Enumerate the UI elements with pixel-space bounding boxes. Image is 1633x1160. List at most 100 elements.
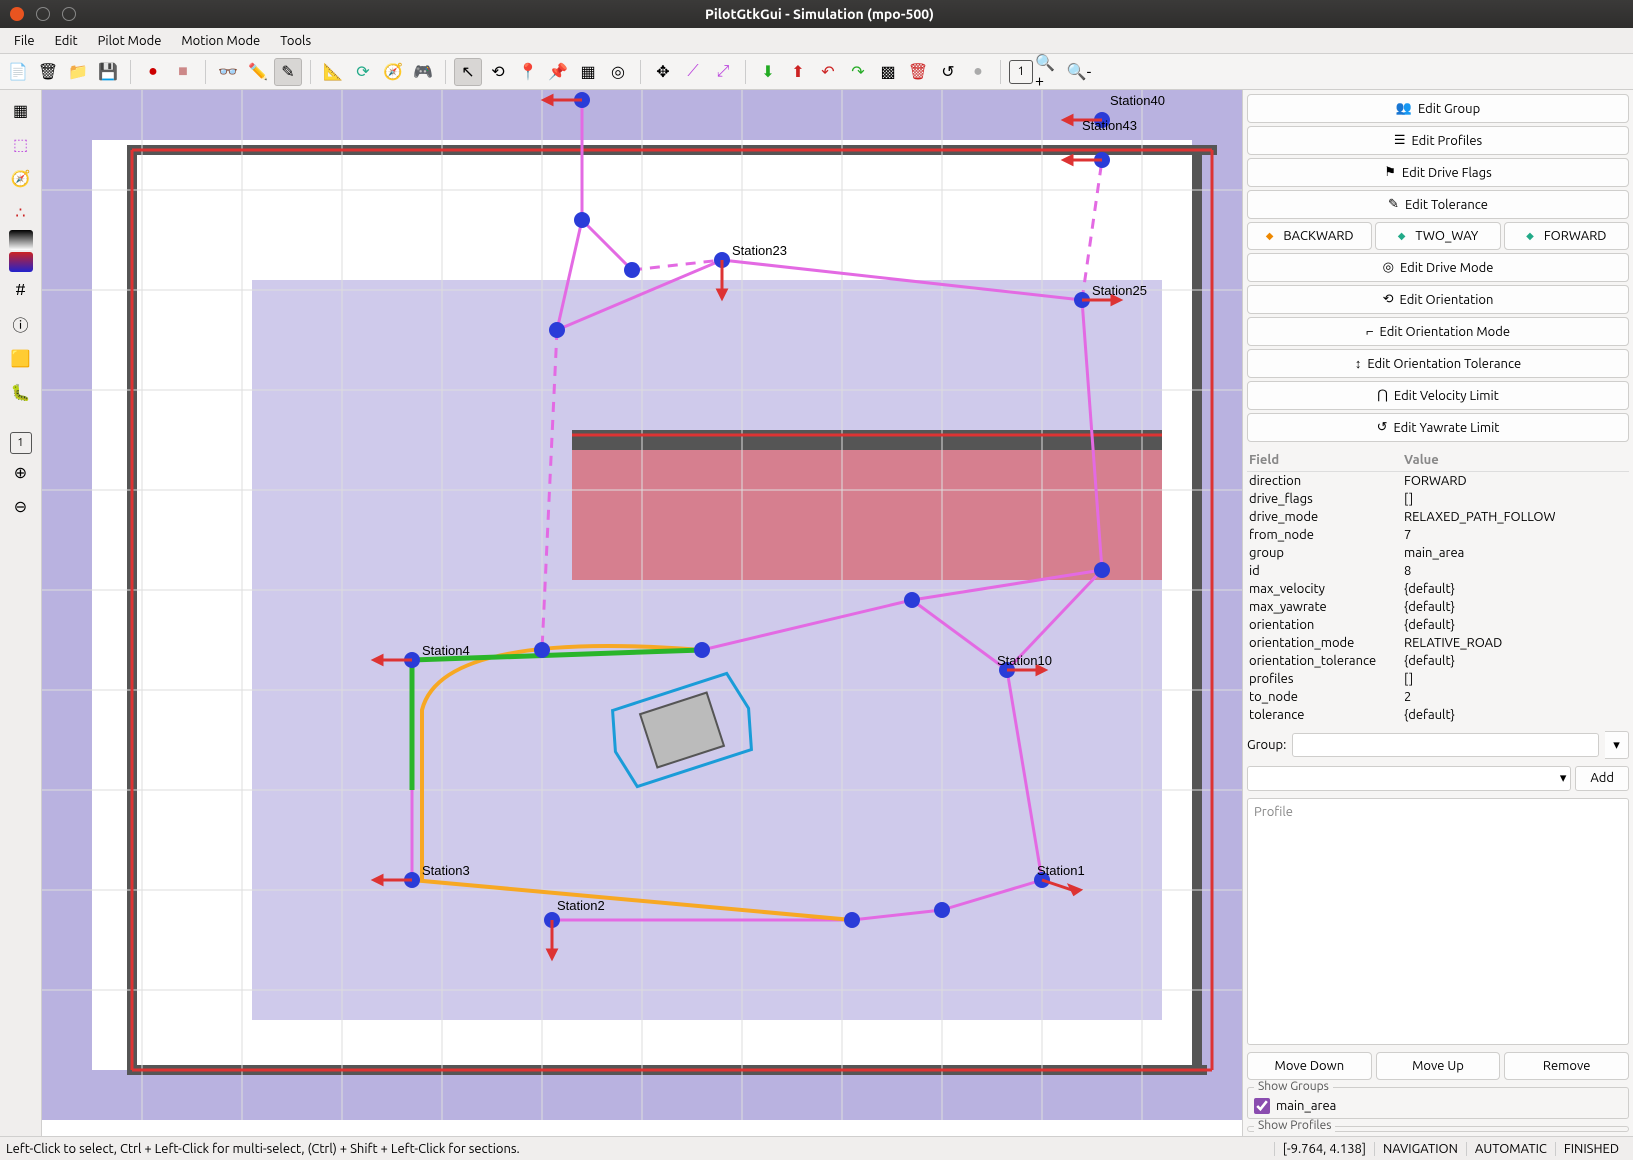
menu-motion-mode[interactable]: Motion Mode (171, 30, 270, 52)
view-icon[interactable]: 👓 (214, 58, 242, 86)
close-map-icon[interactable]: 🗑 (34, 58, 62, 86)
menu-tools[interactable]: Tools (270, 30, 321, 52)
gradient-bw-icon[interactable] (9, 230, 33, 250)
props-row[interactable]: tolerance{default} (1247, 706, 1629, 724)
path2-icon[interactable]: ⤢ (709, 58, 737, 86)
props-row[interactable]: from_node7 (1247, 526, 1629, 544)
zoom-in-icon[interactable]: 🔍+ (1035, 58, 1063, 86)
props-row[interactable]: orientation_modeRELATIVE_ROAD (1247, 634, 1629, 652)
group-checkbox-main-area[interactable] (1254, 1098, 1270, 1114)
direction-forward-button[interactable]: ◆FORWARD (1504, 222, 1629, 250)
save-icon[interactable]: 💾 (94, 58, 122, 86)
edit-drive-mode-button[interactable]: ◎ Edit Drive Mode (1247, 253, 1629, 282)
pin2-icon[interactable]: 📌 (544, 58, 572, 86)
info-icon[interactable]: ⓘ (5, 308, 37, 340)
menu-edit[interactable]: Edit (45, 30, 88, 52)
redo-icon[interactable]: ↷ (844, 58, 872, 86)
robot-icon[interactable]: 🟨 (5, 342, 37, 374)
download-icon[interactable]: ⬇ (754, 58, 782, 86)
menu-file[interactable]: File (4, 30, 45, 52)
gradient-rb-icon[interactable] (9, 252, 33, 272)
pointer-icon[interactable]: ↖ (454, 58, 482, 86)
remove-button[interactable]: Remove (1504, 1052, 1629, 1080)
props-row[interactable]: orientation_tolerance{default} (1247, 652, 1629, 670)
compass-icon[interactable]: 📐 (319, 58, 347, 86)
edit-tolerance-button[interactable]: ✎ Edit Tolerance (1247, 190, 1629, 219)
new-map-icon[interactable]: 📄 (4, 58, 32, 86)
properties-table: Field Value directionFORWARDdrive_flags[… (1247, 449, 1629, 724)
group-input[interactable] (1292, 733, 1599, 757)
area-icon[interactable]: ▩ (874, 58, 902, 86)
status-mode-fin: FINISHED (1555, 1142, 1627, 1156)
move-icon[interactable]: ✥ (649, 58, 677, 86)
profile-combo[interactable]: ▾ (1247, 766, 1571, 791)
svg-text:Station10: Station10 (997, 653, 1052, 668)
edit-orientation-tol-button[interactable]: ↕ Edit Orientation Tolerance (1247, 349, 1629, 378)
upload-icon[interactable]: ⬆ (784, 58, 812, 86)
select-rect-icon[interactable]: ▦ (574, 58, 602, 86)
undo-icon[interactable]: ↶ (814, 58, 842, 86)
edit-profiles-button[interactable]: ☰ Edit Profiles (1247, 126, 1629, 155)
zoom-in-side-icon[interactable]: ⊕ (5, 456, 37, 488)
props-row[interactable]: max_yawrate{default} (1247, 598, 1629, 616)
window-minimize-icon[interactable] (36, 7, 50, 21)
zoom-fit-icon[interactable]: 1 (1009, 60, 1033, 84)
stop-icon[interactable]: ■ (169, 58, 197, 86)
add-profile-button[interactable]: Add (1575, 766, 1629, 791)
rotate-icon[interactable]: ⟲ (484, 58, 512, 86)
edit-orientation-button[interactable]: ⟲ Edit Orientation (1247, 285, 1629, 314)
svg-text:Station23: Station23 (732, 243, 787, 258)
window-maximize-icon[interactable] (62, 7, 76, 21)
props-row[interactable]: orientation{default} (1247, 616, 1629, 634)
props-row[interactable]: max_velocity{default} (1247, 580, 1629, 598)
open-folder-icon[interactable]: 📁 (64, 58, 92, 86)
bug-icon[interactable]: 🐛 (5, 376, 37, 408)
hash-icon[interactable]: # (5, 274, 37, 306)
history-icon[interactable]: ↺ (934, 58, 962, 86)
move-down-button[interactable]: Move Down (1247, 1052, 1372, 1080)
edit-orientation-mode-button[interactable]: ⌐ Edit Orientation Mode (1247, 317, 1629, 346)
direction-two-way-button[interactable]: ◆TWO_WAY (1375, 222, 1500, 250)
props-row[interactable]: directionFORWARD (1247, 472, 1629, 490)
props-col-value: Value (1404, 453, 1439, 467)
edit-velocity-limit-button[interactable]: ⋂ Edit Velocity Limit (1247, 381, 1629, 410)
edit-yawrate-limit-button[interactable]: ↺ Edit Yawrate Limit (1247, 413, 1629, 442)
grid-icon[interactable]: ▦ (5, 94, 37, 126)
props-row[interactable]: to_node2 (1247, 688, 1629, 706)
graph-icon[interactable]: ⬚ (5, 128, 37, 160)
props-col-field: Field (1249, 453, 1404, 467)
record-icon[interactable]: ● (139, 58, 167, 86)
group-dropdown-icon[interactable]: ▾ (1605, 731, 1629, 759)
profile-list[interactable]: Profile (1247, 798, 1629, 1045)
props-row[interactable]: id8 (1247, 562, 1629, 580)
right-panel: 👥 Edit Group ☰ Edit Profiles ⚑ Edit Driv… (1243, 90, 1633, 1136)
map-canvas[interactable]: Station40 Station43 Station23 Station25 … (42, 90, 1243, 1136)
props-row[interactable]: drive_flags[] (1247, 490, 1629, 508)
refresh-icon[interactable]: ⟳ (349, 58, 377, 86)
direction-backward-button[interactable]: ◆BACKWARD (1247, 222, 1372, 250)
zoom-out-icon[interactable]: 🔍- (1065, 58, 1093, 86)
edit-drive-flags-button[interactable]: ⚑ Edit Drive Flags (1247, 158, 1629, 187)
fit-icon[interactable]: 1 (10, 432, 32, 454)
edit-highlight-icon[interactable]: ✎ (274, 58, 302, 86)
menu-pilot-mode[interactable]: Pilot Mode (88, 30, 172, 52)
pin1-icon[interactable]: 📍 (514, 58, 542, 86)
compass2-icon[interactable]: 🧭 (379, 58, 407, 86)
record2-icon[interactable]: ● (964, 58, 992, 86)
gamepad-icon[interactable]: 🎮 (409, 58, 437, 86)
scatter-icon[interactable]: ∴ (5, 196, 37, 228)
edit-group-button[interactable]: 👥 Edit Group (1247, 94, 1629, 123)
props-row[interactable]: groupmain_area (1247, 544, 1629, 562)
path1-icon[interactable]: ⟋ (679, 58, 707, 86)
edit-pencil-icon[interactable]: ✏️ (244, 58, 272, 86)
statusbar: Left-Click to select, Ctrl + Left-Click … (0, 1136, 1633, 1160)
zoom-out-side-icon[interactable]: ⊖ (5, 490, 37, 522)
move-up-button[interactable]: Move Up (1376, 1052, 1501, 1080)
delete-icon[interactable]: 🗑 (904, 58, 932, 86)
compass-side-icon[interactable]: 🧭 (5, 162, 37, 194)
window-close-icon[interactable] (10, 7, 24, 21)
left-toolbar: ▦ ⬚ 🧭 ∴ # ⓘ 🟨 🐛 1 ⊕ ⊖ (0, 90, 42, 1136)
select-target-icon[interactable]: ◎ (604, 58, 632, 86)
props-row[interactable]: drive_modeRELAXED_PATH_FOLLOW (1247, 508, 1629, 526)
props-row[interactable]: profiles[] (1247, 670, 1629, 688)
